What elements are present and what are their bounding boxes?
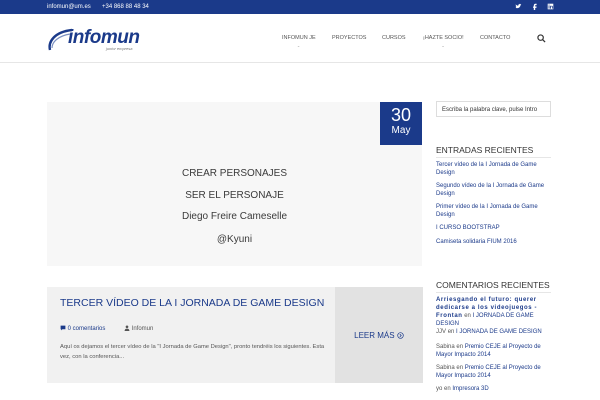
recent-comment: yo en Impresora 3D — [436, 385, 551, 393]
comment-author: yo — [436, 386, 443, 392]
recent-comment: Arriesgando el futuro: querer dedicarse … — [436, 296, 551, 328]
facebook-icon[interactable] — [531, 3, 538, 10]
linkedin-icon[interactable] — [547, 3, 554, 10]
comment-post-link[interactable]: Impresora 3D — [452, 386, 488, 392]
recent-comment: JJV en I JORNADA DE GAME DESIGN — [436, 328, 551, 336]
comment-on-label: en — [444, 386, 451, 392]
read-more-button[interactable]: LEER MÁS — [335, 287, 423, 383]
recent-post-link[interactable]: I CURSO BOOTSTRAP — [436, 224, 551, 232]
comment-author: JJV — [436, 329, 447, 335]
nav-item-hazte-socio[interactable]: ¡HAZTE SOCIO! ⌄ — [423, 35, 464, 48]
post-title[interactable]: TERCER VÍDEO DE LA I JORNADA DE GAME DES… — [60, 297, 325, 309]
read-more-row: LEER MÁS — [335, 331, 423, 340]
recent-post-link[interactable]: Segundo vídeo de la I Jornada de Game De… — [436, 182, 551, 198]
image-text-line: @Kyuni — [216, 234, 253, 245]
nav-item-contacto[interactable]: CONTACTO — [480, 35, 510, 41]
twitter-icon[interactable] — [515, 3, 522, 10]
recent-comment: Sabina en Premio CEJE al Proyecto de May… — [436, 343, 551, 359]
comment-author: Sabina — [436, 365, 455, 371]
nav-label: CURSOS — [382, 35, 406, 41]
nav-item-infomun[interactable]: INFOMUN JE ⌄ — [282, 35, 316, 48]
comment-post-link[interactable]: I JORNADA DE GAME DESIGN — [456, 329, 542, 335]
nav-label: CONTACTO — [480, 35, 511, 41]
post-summary: TERCER VÍDEO DE LA I JORNADA DE GAME DES… — [47, 287, 335, 383]
site-header: infomun junior empresa INFOMUN JE ⌄ PROY… — [0, 14, 600, 63]
nav-item-cursos[interactable]: CURSOS — [382, 35, 406, 41]
recent-post-link[interactable]: Camiseta solidaria FIUM 2016 — [436, 238, 551, 246]
sidebar-search-input[interactable]: Escriba la palabra clave, pulse Intro — [436, 101, 551, 117]
comment-on-label: en — [464, 313, 471, 319]
search-icon[interactable] — [537, 34, 546, 43]
contact-phone[interactable]: +34 868 88 48 34 — [102, 4, 149, 10]
read-more-label: LEER MÁS — [354, 331, 395, 340]
recent-posts-heading: ENTRADAS RECIENTES — [436, 145, 534, 155]
post-date-month: May — [391, 125, 411, 136]
recent-comment: Sabina en Premio CEJE al Proyecto de May… — [436, 364, 551, 380]
top-bar: infomun@um.es +34 868 88 48 34 — [0, 0, 600, 14]
nav-label: PROYECTOS — [332, 35, 367, 41]
divider — [436, 157, 551, 158]
recent-post-link[interactable]: Tercer vídeo de la I Jornada de Game Des… — [436, 161, 551, 177]
comment-on-label: en — [456, 344, 464, 350]
contact-email[interactable]: infomun@um.es — [47, 4, 91, 10]
comment-on-label: en — [456, 365, 464, 371]
comment-on-label: en — [447, 329, 455, 335]
post-excerpt: Aquí os dejamos el tercer vídeo de la "I… — [60, 344, 325, 360]
image-text-line: SER EL PERSONAJE — [185, 190, 284, 201]
user-icon — [124, 325, 130, 331]
post-date-day: 30 — [390, 105, 412, 125]
recent-comments-heading: COMENTARIOS RECIENTES — [436, 280, 550, 290]
image-text-line: Diego Freire Cameselle — [181, 211, 288, 222]
social-links — [515, 3, 554, 10]
chevron-down-icon: ⌄ — [296, 43, 301, 48]
divider — [436, 292, 551, 293]
post-comments-count: 0 comentarios — [67, 326, 106, 332]
nav-label: INFOMUN JE — [282, 35, 316, 41]
post-author: Infomun — [131, 326, 154, 332]
comment-author: Sabina — [436, 344, 455, 350]
post-comments-meta[interactable]: 0 comentarios — [60, 325, 105, 332]
comment-icon — [60, 325, 66, 331]
post-date-badge: 30 May — [380, 102, 422, 145]
post-featured-image[interactable]: CREAR PERSONAJES SER EL PERSONAJE Diego … — [47, 102, 422, 266]
site-logo[interactable]: infomun junior empresa — [46, 26, 140, 54]
arrow-circle-right-icon — [397, 332, 404, 339]
nav-label: ¡HAZTE SOCIO! — [423, 35, 464, 41]
nav-item-proyectos[interactable]: PROYECTOS — [332, 35, 366, 41]
chevron-down-icon: ⌄ — [441, 43, 445, 48]
recent-post-link[interactable]: Primer vídeo de la I Jornada de Game Des… — [436, 203, 551, 219]
logo-tagline: junior empresa — [106, 46, 133, 51]
post-author-meta[interactable]: Infomun — [124, 325, 153, 332]
image-text-line: CREAR PERSONAJES — [181, 168, 288, 179]
